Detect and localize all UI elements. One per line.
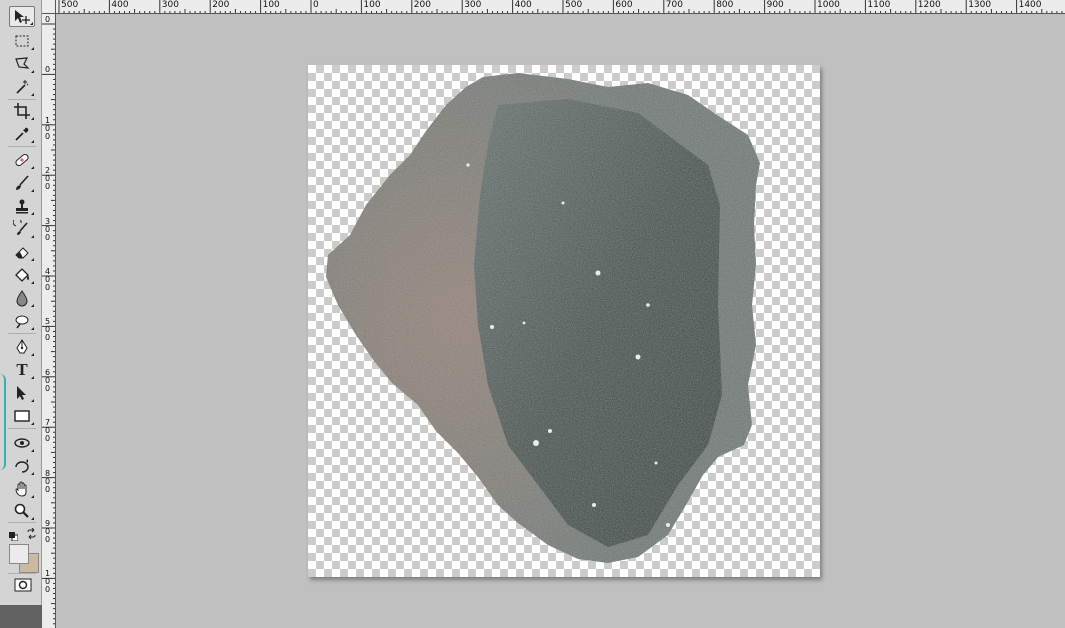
- ruler-label: 200: [212, 0, 230, 10]
- rectangle-shape-icon[interactable]: [9, 405, 35, 426]
- ruler-label: 1000: [817, 0, 840, 10]
- toolbox-footer: [0, 605, 42, 628]
- rect-marquee-icon[interactable]: [9, 30, 35, 51]
- ruler-label: 5 0 0: [44, 317, 51, 343]
- magic-wand-icon[interactable]: [9, 76, 35, 97]
- foreground-color-swatch[interactable]: [9, 544, 29, 564]
- document-canvas[interactable]: [308, 65, 820, 577]
- stone-texture-layer: [326, 73, 760, 563]
- toolbox: T: [0, 0, 42, 628]
- paint-bucket-icon[interactable]: [9, 264, 35, 285]
- ruler-label: 500: [565, 0, 583, 10]
- ruler-label: 100: [262, 0, 280, 10]
- ruler-label: 1200: [917, 0, 941, 10]
- panel-edge-accent: [0, 374, 6, 470]
- 3d-orbit-icon[interactable]: [9, 455, 35, 476]
- healing-brush-icon[interactable]: [9, 149, 35, 170]
- quick-mask-icon[interactable]: [14, 578, 32, 592]
- brush-icon[interactable]: [9, 172, 35, 193]
- ruler-label: 200: [413, 0, 431, 10]
- ruler-label: 0: [313, 0, 319, 10]
- ruler-label: 9 0 0: [44, 519, 51, 544]
- type-icon[interactable]: T: [9, 359, 35, 380]
- ruler-label: 1300: [968, 0, 992, 10]
- pen-icon[interactable]: [9, 336, 35, 357]
- ruler-label: 0: [44, 65, 51, 75]
- blur-drop-icon[interactable]: [9, 287, 35, 308]
- eraser-icon[interactable]: [9, 241, 35, 262]
- ruler-label: 800: [716, 0, 734, 10]
- ruler-label: 2 0 0: [44, 166, 51, 192]
- dodge-icon[interactable]: [9, 310, 35, 331]
- clone-stamp-icon[interactable]: [9, 195, 35, 216]
- horizontal-ruler[interactable]: 500 400 300 200 100 0 100 200 300 400 500 600 700 800…: [56, 0, 1065, 14]
- history-brush-icon[interactable]: [9, 218, 35, 239]
- ruler-label: 400: [111, 0, 129, 10]
- ruler-label: 500: [61, 0, 79, 10]
- ruler-label: 1 0 0: [44, 569, 51, 595]
- ruler-label: 1 0 0: [44, 115, 51, 141]
- path-selection-icon[interactable]: [9, 382, 35, 403]
- ruler-label: 900: [766, 0, 784, 10]
- move-tool-icon[interactable]: [9, 6, 35, 27]
- hand-icon[interactable]: [9, 478, 35, 499]
- default-colors-icon[interactable]: [9, 528, 19, 542]
- ruler-label: 6 0 0: [44, 367, 51, 393]
- vertical-ruler[interactable]: 0 0 1 0 0 2 0 0 3 0 0 4 0 0 5 0 0 6 0 0 7 0 0 8 0…: [42, 14, 56, 628]
- zoom-icon[interactable]: [9, 500, 35, 521]
- ruler-label: 300: [161, 0, 179, 10]
- ruler-label: 3 0 0: [44, 216, 51, 242]
- swap-colors-icon[interactable]: [26, 526, 37, 540]
- ruler-label: 1100: [867, 0, 891, 10]
- ruler-label: 7 0 0: [44, 418, 51, 444]
- ruler-label: 8 0 0: [44, 468, 51, 494]
- ruler-label: 0: [44, 15, 51, 24]
- ruler-label: 400: [514, 0, 532, 10]
- type-icon-label: T: [16, 359, 28, 379]
- crop-icon[interactable]: [9, 100, 35, 121]
- ruler-label: 700: [665, 0, 683, 10]
- eyedropper-icon[interactable]: [9, 123, 35, 144]
- polygonal-lasso-icon[interactable]: [9, 53, 35, 74]
- ruler-label: 1400: [1018, 0, 1042, 10]
- ruler-label: 600: [615, 0, 633, 10]
- ruler-origin[interactable]: [42, 0, 56, 14]
- ruler-label: 100: [363, 0, 381, 10]
- ruler-label: 300: [464, 0, 482, 10]
- 3d-rotate-icon[interactable]: [9, 432, 35, 453]
- ruler-label: 4 0 0: [44, 267, 51, 292]
